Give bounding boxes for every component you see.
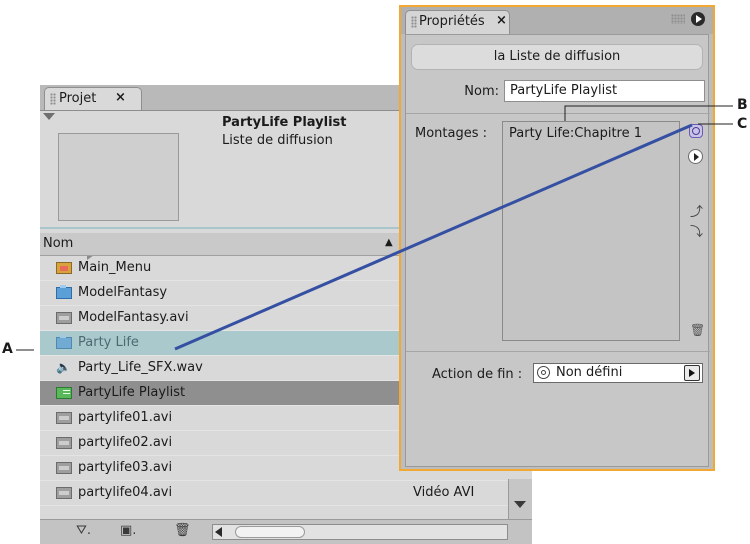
properties-heading: la Liste de diffusion [411,44,703,70]
close-icon[interactable]: × [496,13,507,28]
trash-icon[interactable]: 🗑 [174,523,191,538]
project-tab[interactable]: Projet × [44,87,142,110]
panel-menu-icon[interactable] [691,12,705,26]
montage-list-item[interactable]: Party Life:Chapitre 1 [509,126,642,141]
montages-list[interactable]: Party Life:Chapitre 1 [502,121,680,341]
column-name-label: Nom [43,236,74,251]
grip-icon[interactable] [50,93,56,105]
item-label: PartyLife Playlist [78,385,186,400]
audio-file-icon: 🔈 [56,360,71,374]
item-label: partylife04.avi [78,485,173,500]
item-label: Party Life [78,335,139,350]
project-footer-toolbar: ⛛. ▣. 🗑 [40,519,532,544]
properties-tab-bar: Propriétés × [401,7,713,34]
item-label: ModelFantasy [78,285,168,300]
end-action-icon [537,366,550,379]
properties-tab-label: Propriétés [419,14,485,29]
properties-body: la Liste de diffusion Nom: PartyLife Pla… [405,34,710,467]
callout-label-b: B [737,97,748,113]
filter-icon[interactable]: ⛛. [76,523,91,538]
item-label: ModelFantasy.avi [78,310,189,325]
montages-label: Montages : [415,126,488,141]
new-item-icon[interactable]: ▣. [120,523,136,538]
end-action-field[interactable]: Non défini [533,363,703,383]
item-type: Vidéo AVI [413,485,475,500]
item-label: partylife02.avi [78,435,173,450]
scroll-down-icon[interactable] [514,501,526,508]
video-file-icon [56,412,72,424]
preview-title: PartyLife Playlist [222,115,347,130]
divider [406,351,710,352]
close-icon[interactable]: × [115,90,126,105]
callout-label-c: C [737,116,748,132]
item-label: Main_Menu [78,260,152,275]
grip-icon[interactable] [411,16,417,28]
link-button[interactable] [689,124,703,138]
scroll-left-icon[interactable] [215,527,222,537]
vertical-scrollbar[interactable] [508,479,532,519]
menu-icon [56,262,72,274]
name-label: Nom: [464,84,499,99]
item-label: partylife01.avi [78,410,173,425]
video-file-icon [56,487,72,499]
video-file-icon [56,462,72,474]
end-action-menu-button[interactable] [684,365,700,381]
move-up-icon[interactable]: ⤴ [690,201,703,220]
move-down-icon[interactable]: ⤵ [690,221,703,240]
callout-label-a: A [2,341,13,357]
scroll-thumb[interactable] [235,526,305,538]
preview-subtitle: Liste de diffusion [222,133,333,148]
end-action-value: Non défini [556,365,623,380]
video-file-icon [56,437,72,449]
properties-tab[interactable]: Propriétés × [405,10,510,34]
timeline-icon [56,285,72,299]
project-tab-label: Projet [59,91,97,106]
video-file-icon [56,312,72,324]
playlist-icon [56,387,72,399]
item-label: partylife03.avi [78,460,173,475]
sort-ascending-icon[interactable]: ▲ [385,237,393,248]
properties-panel: Propriétés × la Liste de diffusion Nom: … [399,5,715,471]
end-action-label: Action de fin : [432,367,523,382]
name-field[interactable]: PartyLife Playlist [504,80,705,102]
add-montage-button[interactable] [688,149,703,164]
divider [406,113,710,114]
grip-icon[interactable] [671,14,685,24]
preview-thumbnail [58,133,179,260]
trash-icon[interactable]: 🗑 [690,323,705,337]
collapse-arrow-icon[interactable] [43,113,55,120]
timeline-icon [56,335,72,349]
list-item[interactable]: partylife04.avi Vidéo AVI [40,481,532,506]
horizontal-scrollbar[interactable] [212,524,508,540]
item-label: Party_Life_SFX.wav [78,360,203,375]
